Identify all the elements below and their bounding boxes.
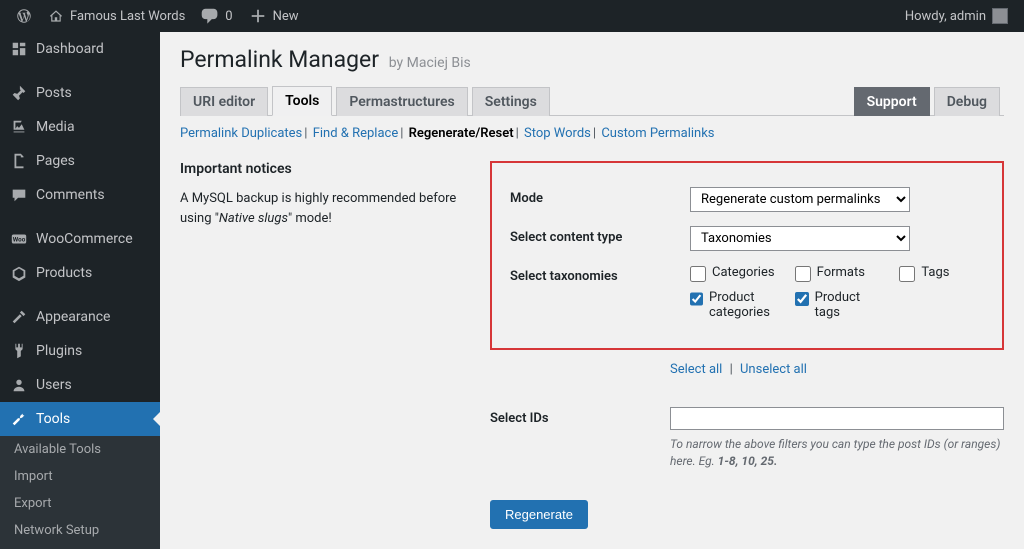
highlighted-settings-box: Mode Regenerate custom permalinks Select… — [490, 161, 1004, 350]
main-content: Permalink Manager by Maciej Bis URI edit… — [160, 32, 1024, 549]
checkbox-categories[interactable]: Categories — [690, 265, 775, 282]
sidebar-item-tools[interactable]: Tools — [0, 402, 160, 436]
products-icon — [10, 264, 28, 282]
sidebar-item-appearance[interactable]: Appearance — [0, 300, 160, 334]
tab-support[interactable]: Support — [854, 87, 930, 116]
subtab-regenerate-reset[interactable]: Regenerate/Reset — [409, 126, 514, 141]
pin-icon — [10, 84, 28, 102]
tab-tools[interactable]: Tools — [272, 86, 332, 116]
sidebar-item-products[interactable]: Products — [0, 256, 160, 290]
subtab-find-replace[interactable]: Find & Replace — [313, 126, 399, 141]
select-ids-input[interactable] — [670, 407, 1004, 430]
select-all-link[interactable]: Select all — [670, 362, 722, 377]
media-icon — [10, 118, 28, 136]
row-mode: Mode Regenerate custom permalinks — [510, 187, 984, 212]
notices-body: A MySQL backup is highly recommended bef… — [180, 189, 460, 228]
tab-debug[interactable]: Debug — [934, 87, 1000, 116]
dashboard-icon — [10, 40, 28, 58]
sidebar-item-woocommerce[interactable]: Woo WooCommerce — [0, 222, 160, 256]
checkbox-formats[interactable]: Formats — [795, 265, 880, 282]
users-icon — [10, 376, 28, 394]
tab-settings[interactable]: Settings — [472, 87, 550, 116]
comments-icon — [10, 186, 28, 204]
site-name-link[interactable]: Famous Last Words — [40, 0, 193, 32]
home-icon — [48, 8, 64, 24]
pages-icon — [10, 152, 28, 170]
sidebar-item-plugins[interactable]: Plugins — [0, 334, 160, 368]
sub-item-network-setup[interactable]: Network Setup — [0, 517, 160, 544]
select-links: Select all | Unselect all — [670, 362, 1004, 377]
regenerate-button[interactable]: Regenerate — [490, 500, 588, 529]
nav-tabs: URI editor Tools Permastructures Setting… — [180, 85, 1004, 116]
subtab-custom-permalinks[interactable]: Custom Permalinks — [601, 126, 714, 141]
sub-item-export[interactable]: Export — [0, 490, 160, 517]
sidebar-item-pages[interactable]: Pages — [0, 144, 160, 178]
avatar-icon — [992, 8, 1008, 24]
new-content-link[interactable]: New — [241, 0, 307, 32]
comment-icon — [201, 7, 219, 25]
mode-select[interactable]: Regenerate custom permalinks — [690, 187, 910, 212]
page-title: Permalink Manager by Maciej Bis — [180, 46, 1004, 73]
wp-logo[interactable] — [8, 0, 40, 32]
plugins-icon — [10, 342, 28, 360]
sidebar-item-posts[interactable]: Posts — [0, 76, 160, 110]
tab-permastructures[interactable]: Permastructures — [336, 87, 467, 116]
sidebar-item-dashboard[interactable]: Dashboard — [0, 32, 160, 66]
admin-bar: Famous Last Words 0 New Howdy, admin — [0, 0, 1024, 32]
content-type-select[interactable]: Taxonomies — [690, 226, 910, 251]
comments-link[interactable]: 0 — [193, 0, 240, 32]
sub-item-permalink-manager[interactable]: Permalink Manager — [0, 544, 160, 549]
row-content-type: Select content type Taxonomies — [510, 226, 984, 251]
sidebar-item-comments[interactable]: Comments — [0, 178, 160, 212]
ids-help-text: To narrow the above filters you can type… — [670, 436, 1004, 470]
sub-item-import[interactable]: Import — [0, 463, 160, 490]
tools-icon — [10, 410, 28, 428]
sidebar-submenu-tools: Available Tools Import Export Network Se… — [0, 436, 160, 549]
unselect-all-link[interactable]: Unselect all — [740, 362, 807, 377]
sub-tabs: Permalink Duplicates| Find & Replace| Re… — [180, 126, 1004, 141]
admin-sidebar: Dashboard Posts Media Pages Comments Woo… — [0, 32, 160, 549]
notices-heading: Important notices — [180, 161, 460, 177]
checkbox-product-tags[interactable]: Product tags — [795, 290, 880, 320]
sidebar-item-media[interactable]: Media — [0, 110, 160, 144]
regenerate-form: Mode Regenerate custom permalinks Select… — [490, 161, 1004, 529]
plus-icon — [249, 7, 267, 25]
tab-uri-editor[interactable]: URI editor — [180, 87, 268, 116]
subtab-permalink-duplicates[interactable]: Permalink Duplicates — [180, 126, 302, 141]
svg-text:Woo: Woo — [13, 236, 26, 244]
appearance-icon — [10, 308, 28, 326]
row-select-ids: Select IDs To narrow the above filters y… — [490, 407, 1004, 470]
checkbox-tags[interactable]: Tags — [899, 265, 984, 282]
checkbox-product-categories[interactable]: Product categories — [690, 290, 775, 320]
my-account-link[interactable]: Howdy, admin — [897, 0, 1016, 32]
taxonomies-checkbox-grid: Categories Formats Tags — [690, 265, 984, 320]
sub-item-available-tools[interactable]: Available Tools — [0, 436, 160, 463]
sidebar-item-users[interactable]: Users — [0, 368, 160, 402]
row-taxonomies: Select taxonomies Categories Formats — [510, 265, 984, 320]
subtab-stop-words[interactable]: Stop Words — [524, 126, 591, 141]
woo-icon: Woo — [10, 230, 28, 248]
important-notices: Important notices A MySQL backup is high… — [180, 161, 460, 529]
